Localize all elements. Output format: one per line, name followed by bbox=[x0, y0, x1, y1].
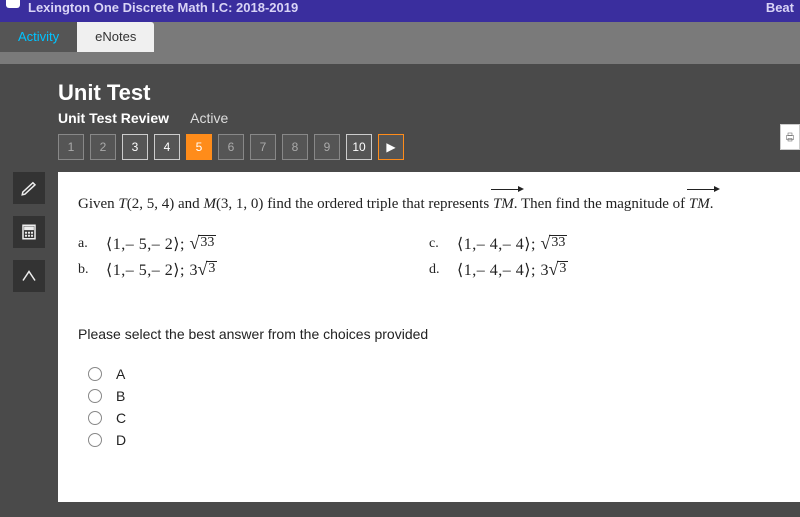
question-panel: Given T(2, 5, 4) and M(3, 1, 0) find the… bbox=[58, 172, 800, 502]
question-nav-4[interactable]: 4 bbox=[154, 134, 180, 160]
choice-d-label: d. bbox=[429, 260, 445, 278]
question-nav-2[interactable]: 2 bbox=[90, 134, 116, 160]
point-m-label: M bbox=[203, 196, 216, 212]
choice-a-tuple: ⟨1,– 5,– 2⟩; bbox=[106, 236, 189, 253]
calculator-icon bbox=[20, 223, 38, 241]
question-nav-5[interactable]: 5 bbox=[186, 134, 212, 160]
subtitle-bold: Unit Test Review bbox=[58, 110, 169, 126]
main-column: Unit Test Unit Test Review Active 123456… bbox=[58, 64, 800, 517]
print-icon bbox=[784, 131, 796, 143]
point-t-label: T bbox=[118, 196, 126, 212]
course-header-bar: Lexington One Discrete Math I.C: 2018-20… bbox=[0, 0, 800, 22]
pencil-icon bbox=[20, 179, 38, 197]
spacer bbox=[0, 52, 800, 64]
choice-d-rad: 3 bbox=[557, 261, 568, 276]
choice-col-left: a. ⟨1,– 5,– 2⟩; √33 b. ⟨1,– 5,– 2⟩; 3√3 bbox=[78, 228, 429, 286]
choice-b-label: b. bbox=[78, 260, 94, 278]
question-nav-10[interactable]: 10 bbox=[346, 134, 372, 160]
choice-c-label: c. bbox=[429, 234, 445, 252]
choice-c-math: ⟨1,– 4,– 4⟩; √33 bbox=[457, 234, 567, 254]
choice-a-rad: 33 bbox=[198, 235, 216, 250]
choice-b: b. ⟨1,– 5,– 2⟩; 3√3 bbox=[78, 260, 429, 280]
point-t-coords: (2, 5, 4) bbox=[127, 196, 175, 212]
answer-instruction: Please select the best answer from the c… bbox=[78, 326, 780, 342]
answer-option-label: B bbox=[116, 388, 125, 404]
prompt-given: Given bbox=[78, 196, 118, 212]
answer-option-label: D bbox=[116, 432, 126, 448]
choice-b-pre: 3 bbox=[189, 262, 197, 279]
choice-c-rad: 33 bbox=[549, 235, 567, 250]
pencil-tool-button[interactable] bbox=[13, 172, 45, 204]
answer-option-d[interactable]: D bbox=[88, 432, 780, 448]
choice-b-rad: 3 bbox=[206, 261, 217, 276]
choice-a-label: a. bbox=[78, 234, 94, 252]
answer-option-b[interactable]: B bbox=[88, 388, 780, 404]
question-nav-8[interactable]: 8 bbox=[282, 134, 308, 160]
choice-d: d. ⟨1,– 4,– 4⟩; 3√3 bbox=[429, 260, 780, 280]
page-title: Unit Test bbox=[58, 80, 800, 106]
choice-c-sqrt: √33 bbox=[540, 235, 567, 251]
print-button[interactable] bbox=[780, 124, 800, 150]
pointer-icon bbox=[20, 267, 38, 285]
question-nav-1[interactable]: 1 bbox=[58, 134, 84, 160]
point-m-coords: (3, 1, 0) bbox=[216, 196, 264, 212]
tabs-bar: Activity eNotes bbox=[0, 22, 800, 52]
content-area: Unit Test Unit Test Review Active 123456… bbox=[0, 64, 800, 517]
question-nav-7[interactable]: 7 bbox=[250, 134, 276, 160]
question-nav-3[interactable]: 3 bbox=[122, 134, 148, 160]
radio-circle[interactable] bbox=[88, 411, 102, 425]
prompt-and: and bbox=[174, 196, 203, 212]
vector-tm-2: TM bbox=[689, 192, 710, 216]
choice-a-math: ⟨1,– 5,– 2⟩; √33 bbox=[106, 234, 216, 254]
answer-option-label: A bbox=[116, 366, 125, 382]
choice-b-sqrt: √3 bbox=[197, 261, 217, 277]
choice-d-math: ⟨1,– 4,– 4⟩; 3√3 bbox=[457, 260, 568, 280]
choice-a: a. ⟨1,– 5,– 2⟩; √33 bbox=[78, 234, 429, 254]
choice-col-right: c. ⟨1,– 4,– 4⟩; √33 d. ⟨1,– 4,– 4⟩; 3√3 bbox=[429, 228, 780, 286]
page-subtitle: Unit Test Review Active bbox=[58, 110, 800, 126]
choice-c: c. ⟨1,– 4,– 4⟩; √33 bbox=[429, 234, 780, 254]
tab-activity[interactable]: Activity bbox=[0, 22, 77, 52]
choice-d-tuple: ⟨1,– 4,– 4⟩; bbox=[457, 262, 540, 279]
choice-d-sqrt: √3 bbox=[548, 261, 568, 277]
answer-option-c[interactable]: C bbox=[88, 410, 780, 426]
answer-radio-list: ABCD bbox=[78, 366, 780, 448]
choice-d-pre: 3 bbox=[540, 262, 548, 279]
answer-option-label: C bbox=[116, 410, 126, 426]
choice-b-tuple: ⟨1,– 5,– 2⟩; bbox=[106, 262, 189, 279]
prompt-mid: find the ordered triple that represents bbox=[263, 196, 493, 212]
choice-b-math: ⟨1,– 5,– 2⟩; 3√3 bbox=[106, 260, 217, 280]
answer-option-a[interactable]: A bbox=[88, 366, 780, 382]
prompt-period: . bbox=[710, 196, 714, 212]
radio-circle[interactable] bbox=[88, 389, 102, 403]
course-title: Lexington One Discrete Math I.C: 2018-20… bbox=[28, 0, 298, 15]
vector-tm-1: TM bbox=[493, 192, 514, 216]
choice-c-tuple: ⟨1,– 4,– 4⟩; bbox=[457, 236, 540, 253]
calculator-tool-button[interactable] bbox=[13, 216, 45, 248]
question-nav-9[interactable]: 9 bbox=[314, 134, 340, 160]
choice-a-sqrt: √33 bbox=[189, 235, 216, 251]
pointer-tool-button[interactable] bbox=[13, 260, 45, 292]
radio-circle[interactable] bbox=[88, 367, 102, 381]
radio-circle[interactable] bbox=[88, 433, 102, 447]
question-nav-next[interactable]: ▶ bbox=[378, 134, 404, 160]
subtitle-status: Active bbox=[190, 110, 228, 126]
header-right-text: Beat bbox=[766, 0, 794, 15]
question-nav-6[interactable]: 6 bbox=[218, 134, 244, 160]
prompt-tail: . Then find the magnitude of bbox=[514, 196, 689, 212]
choice-grid: a. ⟨1,– 5,– 2⟩; √33 b. ⟨1,– 5,– 2⟩; 3√3 bbox=[78, 228, 780, 286]
question-prompt: Given T(2, 5, 4) and M(3, 1, 0) find the… bbox=[78, 192, 780, 216]
left-toolbar bbox=[0, 64, 58, 517]
question-nav: 12345678910▶ bbox=[58, 134, 800, 160]
window-dot bbox=[6, 0, 20, 8]
tab-enotes[interactable]: eNotes bbox=[77, 22, 154, 52]
